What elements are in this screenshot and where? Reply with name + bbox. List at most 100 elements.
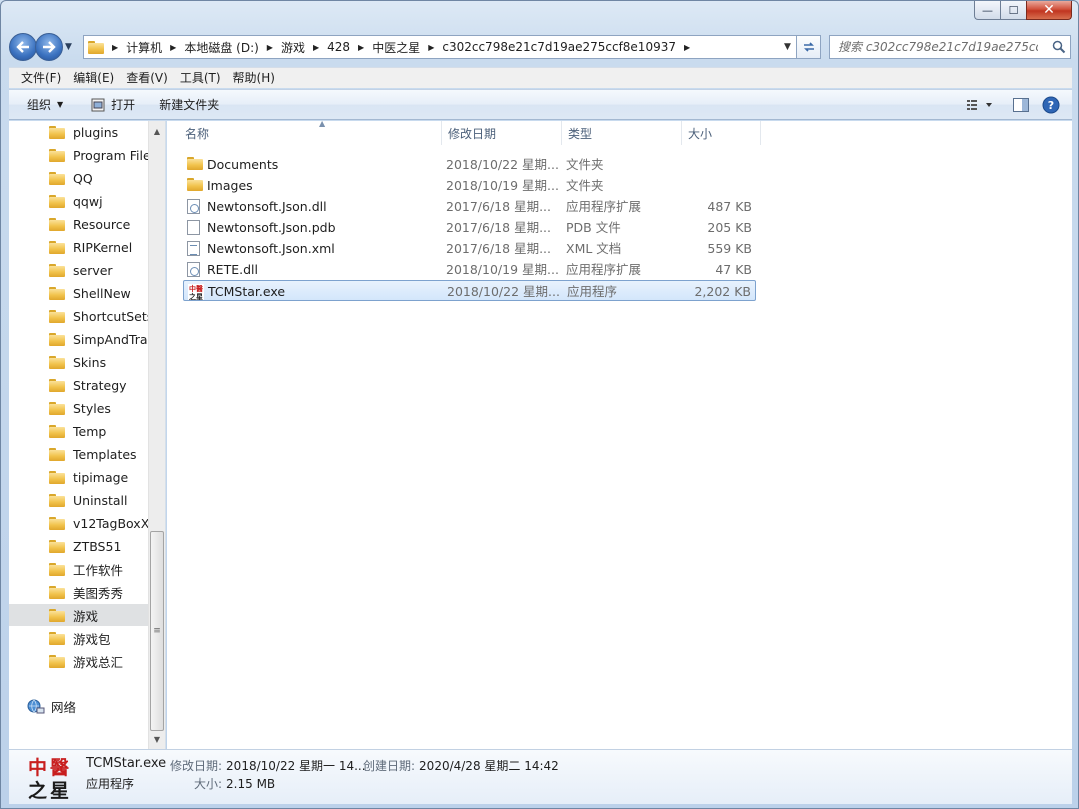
chevron-right-icon[interactable]: ▶ <box>358 43 364 52</box>
chevron-right-icon[interactable]: ▶ <box>267 43 273 52</box>
nav-folder-server[interactable]: server <box>9 259 149 281</box>
help-button[interactable]: ? <box>1036 93 1066 117</box>
column-date[interactable]: 修改日期 <box>442 121 562 145</box>
nav-folder-meitu[interactable]: 美图秀秀 <box>9 581 149 603</box>
sort-ascending-icon: ▲ <box>319 119 326 128</box>
nav-folder-skins[interactable]: Skins <box>9 351 149 373</box>
search-input[interactable] <box>838 40 1038 54</box>
nav-scrollbar[interactable]: ▲ ≡ ▼ <box>148 121 165 749</box>
menu-help[interactable]: 帮助(H) <box>227 68 281 88</box>
caption-buttons: — ☐ ✕ <box>974 1 1072 20</box>
menu-tools[interactable]: 工具(T) <box>174 68 227 88</box>
nav-folder-games[interactable]: 游戏 <box>9 604 149 626</box>
breadcrumb-tcm-star[interactable]: 中医之星 <box>372 39 420 56</box>
column-size[interactable]: 大小 <box>682 121 761 145</box>
folder-icon <box>49 654 65 668</box>
folder-icon <box>49 608 65 622</box>
search-icon[interactable] <box>1048 36 1070 58</box>
new-folder-label: 新建文件夹 <box>159 98 220 112</box>
file-row[interactable]: Newtonsoft.Json.pdb 2017/6/18 星期... PDB … <box>183 217 756 238</box>
nav-folder-ripkernel[interactable]: RIPKernel <box>9 236 149 258</box>
breadcrumb-drive[interactable]: 本地磁盘 (D:) <box>184 39 258 56</box>
back-arrow-icon <box>16 41 29 53</box>
forward-button[interactable] <box>35 33 63 61</box>
chevron-right-icon[interactable]: ▶ <box>684 43 690 52</box>
scroll-thumb[interactable]: ≡ <box>150 531 164 731</box>
folder-icon <box>49 194 65 208</box>
chevron-right-icon[interactable]: ▶ <box>428 43 434 52</box>
nav-folder-strategy[interactable]: Strategy <box>9 374 149 396</box>
breadcrumb-games[interactable]: 游戏 <box>281 39 305 56</box>
folder-icon <box>49 378 65 392</box>
recent-pages-dropdown[interactable]: ▼ <box>65 42 77 52</box>
nav-folder-game-collection[interactable]: 游戏总汇 <box>9 650 149 672</box>
folder-icon <box>49 148 65 162</box>
column-name[interactable]: 名称 ▲ <box>179 119 442 145</box>
nav-folder-plugins[interactable]: plugins <box>9 121 149 143</box>
organize-button[interactable]: 组织 ▼ <box>17 93 73 117</box>
nav-folder-simpandtrad[interactable]: SimpAndTrad <box>9 328 149 350</box>
logo-char: 之 <box>28 779 47 800</box>
close-button[interactable]: ✕ <box>1026 1 1072 20</box>
folder-icon <box>49 493 65 507</box>
details-modified: 修改日期: 2018/10/22 星期一 14... <box>170 759 366 773</box>
nav-folder-ztbs51[interactable]: ZTBS51 <box>9 535 149 557</box>
open-button[interactable]: 打开 <box>81 93 145 117</box>
dll-file-icon <box>187 262 200 277</box>
nav-network[interactable]: 网络 <box>27 697 76 716</box>
refresh-button[interactable] <box>797 35 821 59</box>
organize-label: 组织 <box>27 98 52 112</box>
change-view-button[interactable] <box>960 93 1000 117</box>
folder-icon <box>49 424 65 438</box>
file-row[interactable]: Newtonsoft.Json.dll 2017/6/18 星期... 应用程序… <box>183 196 756 217</box>
folder-icon <box>187 178 203 191</box>
nav-folder-styles[interactable]: Styles <box>9 397 149 419</box>
file-row[interactable]: Images 2018/10/19 星期... 文件夹 <box>183 175 756 196</box>
breadcrumb-computer[interactable]: 计算机 <box>126 39 162 56</box>
nav-folder-uninstall[interactable]: Uninstall <box>9 489 149 511</box>
folder-icon <box>49 539 65 553</box>
details-file-type: 应用程序 <box>86 777 135 791</box>
address-folder-icon <box>88 40 104 54</box>
column-type[interactable]: 类型 <box>562 121 682 145</box>
nav-folder-qqwj[interactable]: qqwj <box>9 190 149 212</box>
maximize-button[interactable]: ☐ <box>1000 1 1026 20</box>
menu-view[interactable]: 查看(V) <box>120 68 174 88</box>
chevron-right-icon[interactable]: ▶ <box>112 43 118 52</box>
nav-folder-templates[interactable]: Templates <box>9 443 149 465</box>
chevron-right-icon[interactable]: ▶ <box>313 43 319 52</box>
breadcrumb-hash-folder[interactable]: c302cc798e21c7d19ae275ccf8e10937 <box>442 40 676 54</box>
menu-edit[interactable]: 编辑(E) <box>67 68 120 88</box>
file-row-selected[interactable]: 中醫之星 TCMStar.exe 2018/10/22 星期... 应用程序 2… <box>183 280 756 301</box>
folder-icon <box>49 355 65 369</box>
file-row[interactable]: RETE.dll 2018/10/19 星期... 应用程序扩展 47 KB <box>183 259 756 280</box>
breadcrumb-428[interactable]: 428 <box>327 40 350 54</box>
search-box[interactable] <box>829 35 1071 59</box>
file-row[interactable]: Newtonsoft.Json.xml 2017/6/18 星期... XML … <box>183 238 756 259</box>
file-row[interactable]: Documents 2018/10/22 星期... 文件夹 <box>183 154 756 175</box>
nav-folder-shortcutsets[interactable]: ShortcutSets <box>9 305 149 327</box>
preview-pane-button[interactable] <box>1006 93 1036 117</box>
scroll-up-icon[interactable]: ▲ <box>149 123 165 139</box>
view-list-icon <box>967 99 992 110</box>
menu-file[interactable]: 文件(F) <box>15 68 67 88</box>
minimize-button[interactable]: — <box>974 1 1000 20</box>
nav-folder-game-packs[interactable]: 游戏包 <box>9 627 149 649</box>
nav-folder-temp[interactable]: Temp <box>9 420 149 442</box>
nav-folder-program-files[interactable]: Program Files <box>9 144 149 166</box>
address-bar[interactable]: ▶ 计算机 ▶ 本地磁盘 (D:) ▶ 游戏 ▶ 428 ▶ 中医之星 ▶ c3… <box>83 35 797 59</box>
address-history-dropdown[interactable]: ▼ <box>778 42 796 52</box>
folder-icon <box>49 447 65 461</box>
chevron-right-icon[interactable]: ▶ <box>170 43 176 52</box>
scroll-down-icon[interactable]: ▼ <box>149 731 165 747</box>
new-folder-button[interactable]: 新建文件夹 <box>149 93 229 117</box>
nav-folder-work-software[interactable]: 工作软件 <box>9 558 149 580</box>
back-button[interactable] <box>9 33 37 61</box>
logo-char: 中 <box>28 756 47 779</box>
folder-icon <box>49 217 65 231</box>
nav-folder-shellnew[interactable]: ShellNew <box>9 282 149 304</box>
nav-folder-resource[interactable]: Resource <box>9 213 149 235</box>
nav-folder-v12tagboxxs[interactable]: v12TagBoxXs <box>9 512 149 534</box>
nav-folder-qq[interactable]: QQ <box>9 167 149 189</box>
nav-folder-tipimage[interactable]: tipimage <box>9 466 149 488</box>
